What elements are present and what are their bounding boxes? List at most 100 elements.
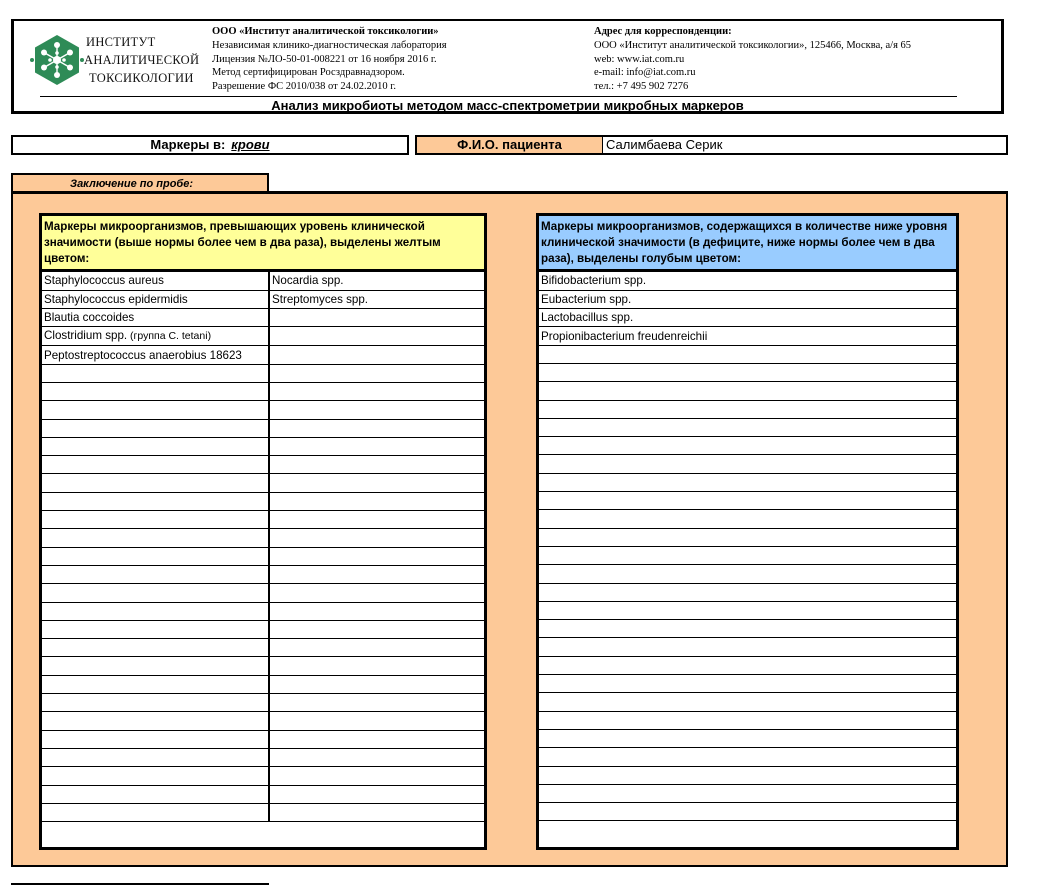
correspondence-address: Адрес для корреспонденции: ООО «Институт… <box>594 25 911 94</box>
excess-marker-cell <box>42 510 270 530</box>
report-title: Анализ микробиоты методом масс-спектроме… <box>271 98 744 113</box>
table-row <box>539 766 956 785</box>
license-line: Лицензия №ЛО-50-01-008221 от 16 ноября 2… <box>212 53 437 65</box>
table-row <box>539 729 956 749</box>
table-row <box>539 619 956 639</box>
excess-marker-cell <box>269 510 484 530</box>
table-row <box>539 345 956 364</box>
excess-marker-cell <box>269 602 484 621</box>
excess-marker-cell <box>269 345 484 365</box>
table-row <box>42 803 484 823</box>
excess-marker-cell <box>269 766 484 786</box>
excess-marker-cell <box>42 675 270 695</box>
marker-group-note: (группа C. tetani) <box>127 330 212 343</box>
logo-line: ИНСТИТУТ <box>86 35 156 49</box>
excess-marker-cell <box>269 492 484 512</box>
deficit-marker-cell <box>539 619 956 639</box>
table-row: Blautia coccoides <box>42 308 484 328</box>
table-row <box>539 418 956 438</box>
sample-type-value: крови <box>231 137 270 152</box>
deficit-marker-cell <box>539 509 956 529</box>
logo-text: ИНСТИТУТ АНАЛИТИЧЕСКОЙ ТОКСИКОЛОГИИ <box>84 33 199 87</box>
table-row <box>42 510 484 530</box>
deficit-marker-cell <box>539 491 956 511</box>
table-row <box>539 692 956 712</box>
table-row <box>42 766 484 786</box>
excess-marker-cell <box>269 326 484 347</box>
table-row <box>539 747 956 767</box>
marker-name: Clostridium spp. <box>44 329 128 343</box>
table-row <box>42 565 484 585</box>
deficit-marker-cell <box>539 473 956 493</box>
table-row <box>42 602 484 621</box>
table-row <box>539 601 956 621</box>
excess-marker-cell <box>42 693 270 713</box>
table-row <box>42 583 484 603</box>
report-header: ИНСТИТУТ АНАЛИТИЧЕСКОЙ ТОКСИКОЛОГИИ ООО … <box>11 19 1004 114</box>
excess-marker-cell: Staphylococcus aureus <box>42 272 270 291</box>
excess-marker-cell: Staphylococcus epidermidis <box>42 290 270 310</box>
permit-line: Разрешение ФС 2010/038 от 24.02.2010 г. <box>212 81 396 93</box>
excess-marker-cell <box>269 565 484 585</box>
table-row <box>42 730 484 749</box>
table-row <box>539 583 956 602</box>
patient-name-label: Ф.И.О. пациента <box>415 135 602 155</box>
table-row <box>42 455 484 475</box>
deficit-marker-cell <box>539 674 956 694</box>
table-row: Staphylococcus aureus Nocardia spp. <box>42 272 484 291</box>
excess-marker-cell <box>269 638 484 658</box>
deficit-marker-cell: Eubacterium spp. <box>539 290 956 310</box>
deficit-marker-cell <box>539 784 956 804</box>
table-row <box>539 784 956 804</box>
table-row <box>42 419 484 438</box>
excess-marker-cell <box>269 803 484 823</box>
excess-marker-cell <box>42 620 270 640</box>
address-line: ООО «Институт аналитической токсикологии… <box>594 39 912 51</box>
excess-marker-cell <box>42 455 270 475</box>
deficit-marker-cell <box>539 454 956 474</box>
table-row: Propionibacterium freudenreichii <box>539 326 956 346</box>
excess-marker-cell <box>42 528 270 548</box>
table-row <box>42 748 484 768</box>
marker-name: Peptostreptococcus anaerobius 18623 <box>44 348 242 362</box>
excess-marker-cell <box>42 492 270 512</box>
deficit-marker-cell <box>539 656 956 676</box>
excess-marker-cell <box>269 437 484 457</box>
table-row <box>42 437 484 457</box>
excess-marker-cell <box>269 675 484 695</box>
excess-marker-cell: Nocardia spp. <box>269 272 484 291</box>
org-name: ООО «Институт аналитической токсикологии… <box>212 26 439 37</box>
table-row: Eubacterium spp. <box>539 290 956 310</box>
phone-line: тел.: +7 495 902 7276 <box>594 81 689 93</box>
table-row <box>539 473 956 493</box>
excess-marker-cell <box>42 748 270 768</box>
table-row <box>539 454 956 474</box>
excess-marker-cell <box>269 364 484 383</box>
excess-marker-cell <box>269 419 484 438</box>
excess-marker-cell <box>42 638 270 658</box>
table-row <box>539 564 956 584</box>
table-row <box>539 674 956 694</box>
table-row <box>539 436 956 456</box>
logo-line: АНАЛИТИЧЕСКОЙ <box>84 53 200 67</box>
excess-marker-cell <box>42 766 270 786</box>
table-row <box>539 509 956 529</box>
deficit-marker-cell: Bifidobacterium spp. <box>539 272 956 291</box>
table-row <box>42 547 484 566</box>
deficit-markers-panel: Маркеры микроорганизмов, содержащихся в … <box>536 213 959 850</box>
table-row <box>42 492 484 512</box>
deficit-marker-cell: Lactobacillus spp. <box>539 308 956 328</box>
deficit-marker-cell <box>539 400 956 419</box>
excess-marker-cell: Clostridium spp. (группа C. tetani) <box>42 326 270 347</box>
excess-marker-cell <box>42 400 270 420</box>
excess-marker-cell <box>269 620 484 640</box>
table-row <box>42 528 484 548</box>
table-row <box>42 711 484 731</box>
excess-marker-cell <box>269 455 484 475</box>
institute-logo-icon <box>30 35 84 85</box>
organization-info: ООО «Институт аналитической токсикологии… <box>212 25 447 94</box>
deficit-marker-cell <box>539 418 956 438</box>
deficit-marker-cell <box>539 363 956 383</box>
excess-marker-cell <box>269 748 484 768</box>
excess-marker-cell <box>42 730 270 749</box>
